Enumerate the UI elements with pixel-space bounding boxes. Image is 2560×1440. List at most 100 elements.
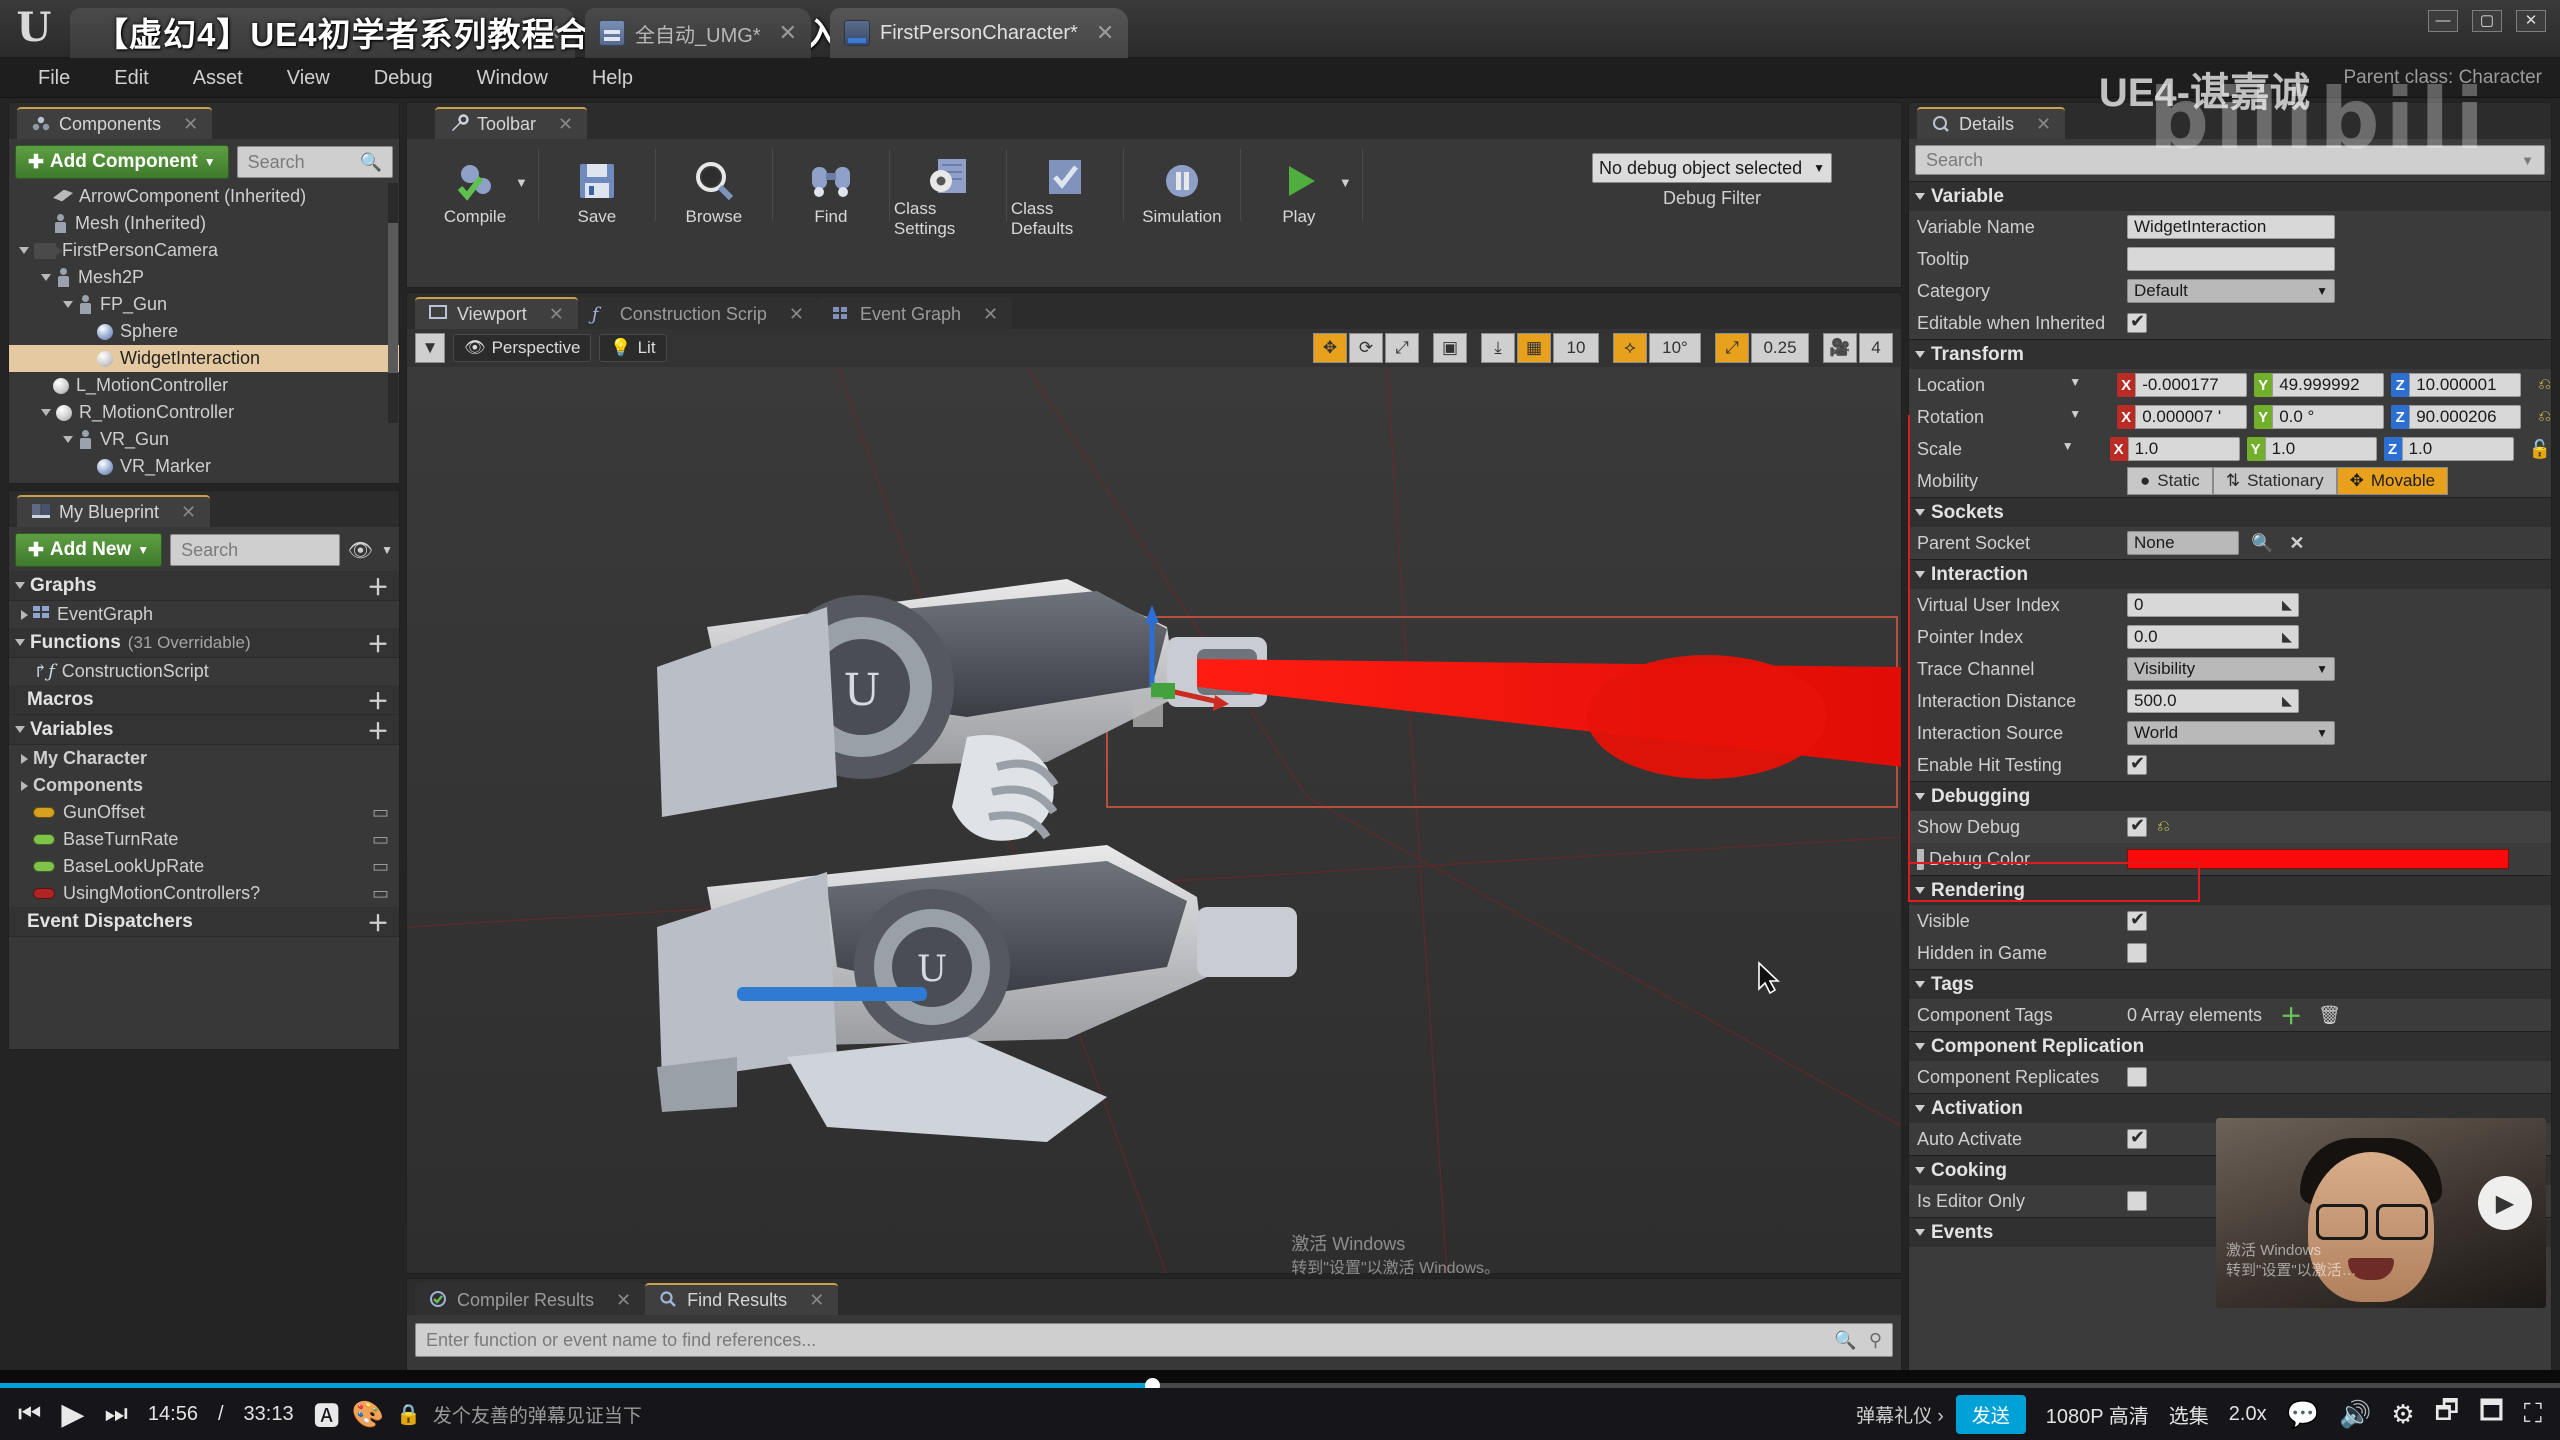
details-section-tags[interactable]: Tags bbox=[1909, 969, 2551, 999]
play-pause-icon[interactable]: ▶ bbox=[61, 1397, 84, 1432]
hidden-in-game-checkbox[interactable] bbox=[2127, 943, 2147, 963]
world-space-icon[interactable]: ▣ bbox=[1433, 333, 1467, 363]
enable-hit-testing-checkbox[interactable] bbox=[2127, 753, 2147, 775]
viewport-options-button[interactable]: ▼ bbox=[415, 333, 445, 363]
scale-snap-toggle[interactable]: ⤢ bbox=[1715, 333, 1749, 363]
myblueprint-section-variables[interactable]: Variables ＋ bbox=[9, 715, 399, 745]
component-tree-item-fp-gun[interactable]: FP_Gun bbox=[9, 291, 399, 318]
close-button[interactable]: ✕ bbox=[2516, 10, 2546, 32]
tooltip-input[interactable] bbox=[2127, 247, 2335, 271]
rotate-gizmo-icon[interactable]: ⟳ bbox=[1349, 333, 1383, 363]
component-tree-item-charactermovement-inherited[interactable]: ◇CharacterMovement (Inherited) bbox=[9, 480, 399, 483]
menu-help[interactable]: Help bbox=[570, 58, 655, 98]
collapse-triangle-icon[interactable] bbox=[1915, 193, 1925, 200]
details-section-transform[interactable]: Transform bbox=[1909, 339, 2551, 369]
search-icon[interactable]: 🔍 bbox=[2251, 533, 2273, 554]
translate-gizmo-icon[interactable]: ✥ bbox=[1313, 333, 1347, 363]
danmu-color-icon[interactable]: 🎨 bbox=[352, 1399, 384, 1430]
rotation-snap-value[interactable]: 10° bbox=[1649, 333, 1701, 363]
mobility-option-stationary[interactable]: ⇅ Stationary bbox=[2212, 467, 2337, 495]
close-icon[interactable]: ✕ bbox=[181, 502, 196, 523]
tab-my-blueprint[interactable]: My Blueprint ✕ bbox=[17, 495, 211, 527]
collapse-triangle-icon[interactable] bbox=[1915, 1043, 1925, 1050]
interaction-distance-input[interactable]: 500.0 ◣ bbox=[2127, 689, 2299, 713]
visibility-toggle-icon[interactable]: ▭ bbox=[372, 802, 389, 823]
details-section-rendering[interactable]: Rendering bbox=[1909, 875, 2551, 905]
collapse-triangle-icon[interactable] bbox=[15, 582, 25, 589]
myblueprint-section-graphs[interactable]: Graphs ＋ bbox=[9, 571, 399, 601]
myblueprint-item-constructionscript[interactable]: ↱ƒ ConstructionScript bbox=[9, 658, 399, 685]
surface-snap-icon[interactable]: ⤓ bbox=[1481, 333, 1515, 363]
close-icon[interactable]: ✕ bbox=[789, 304, 804, 325]
scale-gizmo-icon[interactable]: ⤢ bbox=[1385, 333, 1419, 363]
component-tree-item-vr-marker[interactable]: VR_Marker bbox=[9, 453, 399, 480]
details-section-sockets[interactable]: Sockets bbox=[1909, 497, 2551, 527]
episode-selector[interactable]: 选集 bbox=[2169, 1400, 2209, 1429]
spinner-icon[interactable]: ◣ bbox=[2282, 629, 2292, 645]
myblueprint-search-input[interactable]: Search bbox=[170, 534, 340, 566]
chevron-down-icon[interactable]: ▼ bbox=[2521, 153, 2534, 168]
filter-icon[interactable]: ⚲ bbox=[1869, 1330, 1882, 1351]
components-search-input[interactable]: Search 🔍 bbox=[236, 146, 393, 178]
collapse-triangle-icon[interactable] bbox=[63, 301, 73, 308]
collapse-triangle-icon[interactable] bbox=[1915, 351, 1925, 358]
mobility-option-static[interactable]: ● Static bbox=[2127, 467, 2213, 495]
menu-file[interactable]: File bbox=[16, 58, 92, 98]
component-tree-item-l-motioncontroller[interactable]: L_MotionController bbox=[9, 372, 399, 399]
component-tree-item-sphere[interactable]: Sphere bbox=[9, 318, 399, 345]
component-replicates-checkbox[interactable] bbox=[2127, 1067, 2147, 1087]
visible-checkbox[interactable] bbox=[2127, 909, 2147, 931]
chevron-down-icon[interactable]: ▼ bbox=[381, 543, 393, 557]
previous-icon[interactable]: ⏮ bbox=[18, 1398, 41, 1430]
add-icon[interactable]: ＋ bbox=[367, 627, 389, 659]
playback-speed[interactable]: 2.0x bbox=[2229, 1403, 2267, 1426]
fullscreen-icon[interactable]: ⛶ bbox=[2524, 1398, 2542, 1430]
component-tree-item-arrowcomponent-inherited[interactable]: ArrowComponent (Inherited) bbox=[9, 183, 399, 210]
menu-asset[interactable]: Asset bbox=[171, 58, 265, 98]
subtitle-icon[interactable]: 💬 bbox=[2287, 1399, 2319, 1430]
scale-x-input[interactable]: 1.0 bbox=[2127, 437, 2240, 461]
reset-to-default-icon[interactable]: ⎌ bbox=[2538, 376, 2551, 394]
grid-snap-value[interactable]: 10 bbox=[1553, 333, 1599, 363]
camera-speed-value[interactable]: 4 bbox=[1859, 333, 1893, 363]
collapse-triangle-icon[interactable] bbox=[63, 436, 73, 443]
rotation-x-input[interactable]: 0.000007 ' bbox=[2135, 405, 2248, 429]
expand-triangle-icon[interactable] bbox=[21, 609, 28, 620]
add-icon[interactable]: ＋ bbox=[367, 906, 389, 938]
widescreen-icon[interactable]: 🗖 bbox=[2479, 1392, 2504, 1436]
add-component-button[interactable]: ✚ Add Component ▼ bbox=[15, 145, 229, 179]
details-section-variable[interactable]: Variable bbox=[1909, 181, 2551, 211]
menu-view[interactable]: View bbox=[265, 58, 352, 98]
collapse-triangle-icon[interactable] bbox=[1915, 571, 1925, 578]
tab-event-graph[interactable]: Event Graph ✕ bbox=[817, 297, 1013, 329]
component-tree-item-mesh-inherited[interactable]: Mesh (Inherited) bbox=[9, 210, 399, 237]
pip-icon[interactable]: 🗗 bbox=[2435, 1392, 2459, 1436]
perspective-selector[interactable]: 👁 Perspective bbox=[453, 334, 592, 362]
chevron-down-icon[interactable]: ▼ bbox=[515, 175, 528, 190]
virtual-user-index-input[interactable]: 0 ◣ bbox=[2127, 593, 2299, 617]
close-icon[interactable]: ✕ bbox=[983, 304, 998, 325]
visibility-toggle-icon[interactable]: ▭ bbox=[372, 883, 389, 904]
component-tree-item-widgetinteraction[interactable]: WidgetInteraction bbox=[9, 345, 399, 372]
rotation-z-input[interactable]: 90.000206 bbox=[2409, 405, 2522, 429]
delete-icon[interactable]: 🗑 bbox=[2318, 1005, 2341, 1026]
collapse-triangle-icon[interactable] bbox=[1915, 1167, 1925, 1174]
show-debug-checkbox[interactable] bbox=[2127, 815, 2147, 837]
spinner-icon[interactable]: ◣ bbox=[2282, 693, 2292, 709]
pip-play-button[interactable]: ▶ bbox=[2478, 1176, 2532, 1230]
close-icon[interactable]: ✕ bbox=[549, 304, 564, 325]
myblueprint-item-usingmotioncontrollers[interactable]: UsingMotionControllers? ▭ bbox=[9, 880, 399, 907]
component-tree-item-vr-gun[interactable]: VR_Gun bbox=[9, 426, 399, 453]
grid-snap-toggle[interactable]: ▦ bbox=[1517, 333, 1551, 363]
tab-details[interactable]: Details ✕ bbox=[1917, 107, 2066, 139]
collapse-triangle-icon[interactable] bbox=[1915, 509, 1925, 516]
parent-socket-field[interactable]: None bbox=[2127, 531, 2239, 555]
collapse-triangle-icon[interactable] bbox=[41, 409, 51, 416]
menu-window[interactable]: Window bbox=[455, 58, 570, 98]
maximize-button[interactable]: ▢ bbox=[2472, 10, 2502, 32]
collapse-triangle-icon[interactable] bbox=[15, 639, 25, 646]
rotation-snap-toggle[interactable]: ⟡ bbox=[1613, 333, 1647, 363]
scale-snap-value[interactable]: 0.25 bbox=[1751, 333, 1809, 363]
collapse-triangle-icon[interactable] bbox=[1915, 887, 1925, 894]
quality-selector[interactable]: 1080P 高清 bbox=[2046, 1400, 2149, 1429]
